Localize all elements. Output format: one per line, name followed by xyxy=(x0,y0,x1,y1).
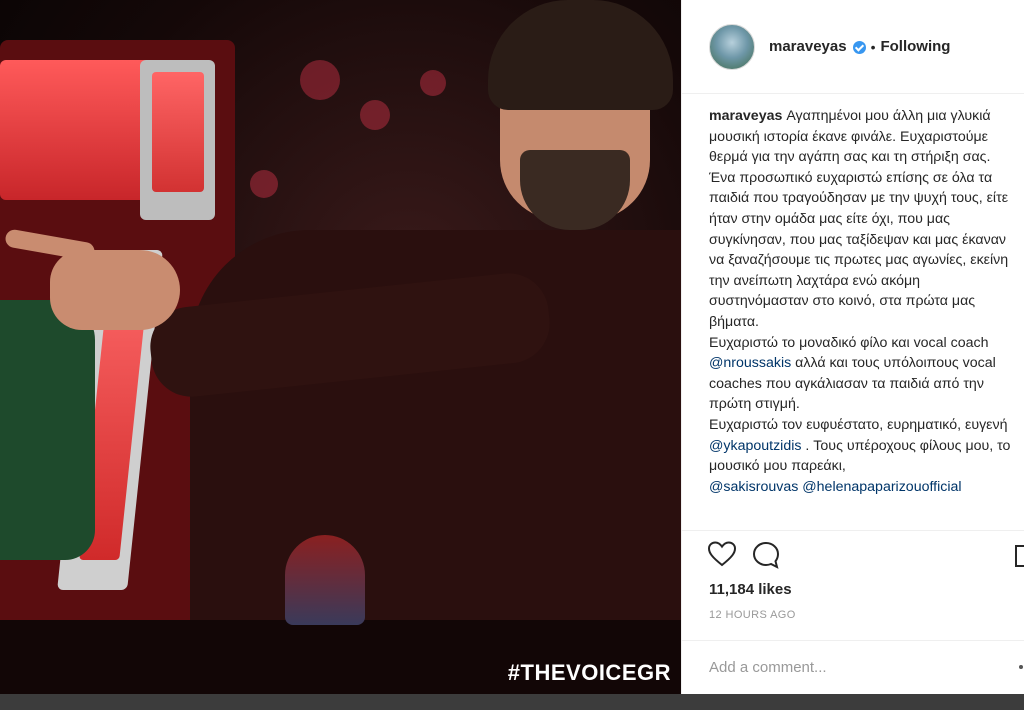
avatar[interactable] xyxy=(709,23,755,70)
chair-light xyxy=(152,72,204,192)
mention-link[interactable]: @ykapoutzidis xyxy=(709,438,801,454)
caption-username[interactable]: maraveyas xyxy=(709,108,782,124)
post-actions: 11,184 likes 12 HOURS AGO xyxy=(682,530,1024,640)
comment-bar xyxy=(682,640,1024,694)
hashtag-overlay: #THEVOICEGR xyxy=(507,660,671,685)
likes-count[interactable]: 11,184 likes xyxy=(709,581,792,598)
man-hair xyxy=(488,0,673,110)
heart-icon[interactable] xyxy=(708,541,736,567)
post-header: maraveyas • Following xyxy=(682,0,1024,94)
instagram-post: #THEVOICEGR maraveyas • Following marave… xyxy=(0,0,1024,694)
person-sleeve xyxy=(0,300,95,560)
chair-light xyxy=(0,60,150,200)
window-bottom-bar xyxy=(0,694,1024,710)
mention-link[interactable]: @nroussakis xyxy=(709,355,791,371)
man-hand xyxy=(50,250,180,330)
caption-text: Αγαπημένοι μου άλλη μια γλυκιά μουσική ι… xyxy=(709,108,1009,330)
mention-link[interactable]: @sakisrouvas xyxy=(709,479,798,495)
more-options-icon[interactable] xyxy=(1019,665,1023,669)
bookmark-icon[interactable] xyxy=(1015,545,1024,567)
action-icons xyxy=(708,541,780,569)
caption: maraveyas Αγαπημένοι μου άλλη μια γλυκιά… xyxy=(709,106,1015,530)
caption-text: Ευχαριστώ τον ευφυέστατο, ευρηματικό, ευ… xyxy=(709,416,1008,433)
mention-link[interactable]: @helenapaparizouofficial xyxy=(802,479,961,495)
caption-text: Ευχαριστώ το μοναδικό φίλο και vocal coa… xyxy=(709,334,989,351)
separator-dot: • xyxy=(870,38,876,55)
post-photo[interactable]: #THEVOICEGR xyxy=(0,0,681,694)
comment-input[interactable] xyxy=(709,655,999,679)
verified-badge-icon xyxy=(852,41,866,54)
man-beard xyxy=(520,150,630,230)
bokeh-light xyxy=(420,70,446,96)
post-timestamp[interactable]: 12 HOURS AGO xyxy=(709,609,796,621)
bokeh-light xyxy=(360,100,390,130)
voice-button xyxy=(285,535,365,625)
following-button[interactable]: Following xyxy=(880,38,950,55)
post-side-panel: maraveyas • Following maraveyas Αγαπημέν… xyxy=(681,0,1024,694)
bokeh-light xyxy=(250,170,278,198)
username-link[interactable]: maraveyas xyxy=(769,38,847,55)
comment-icon[interactable] xyxy=(752,541,780,569)
bokeh-light xyxy=(300,60,340,100)
